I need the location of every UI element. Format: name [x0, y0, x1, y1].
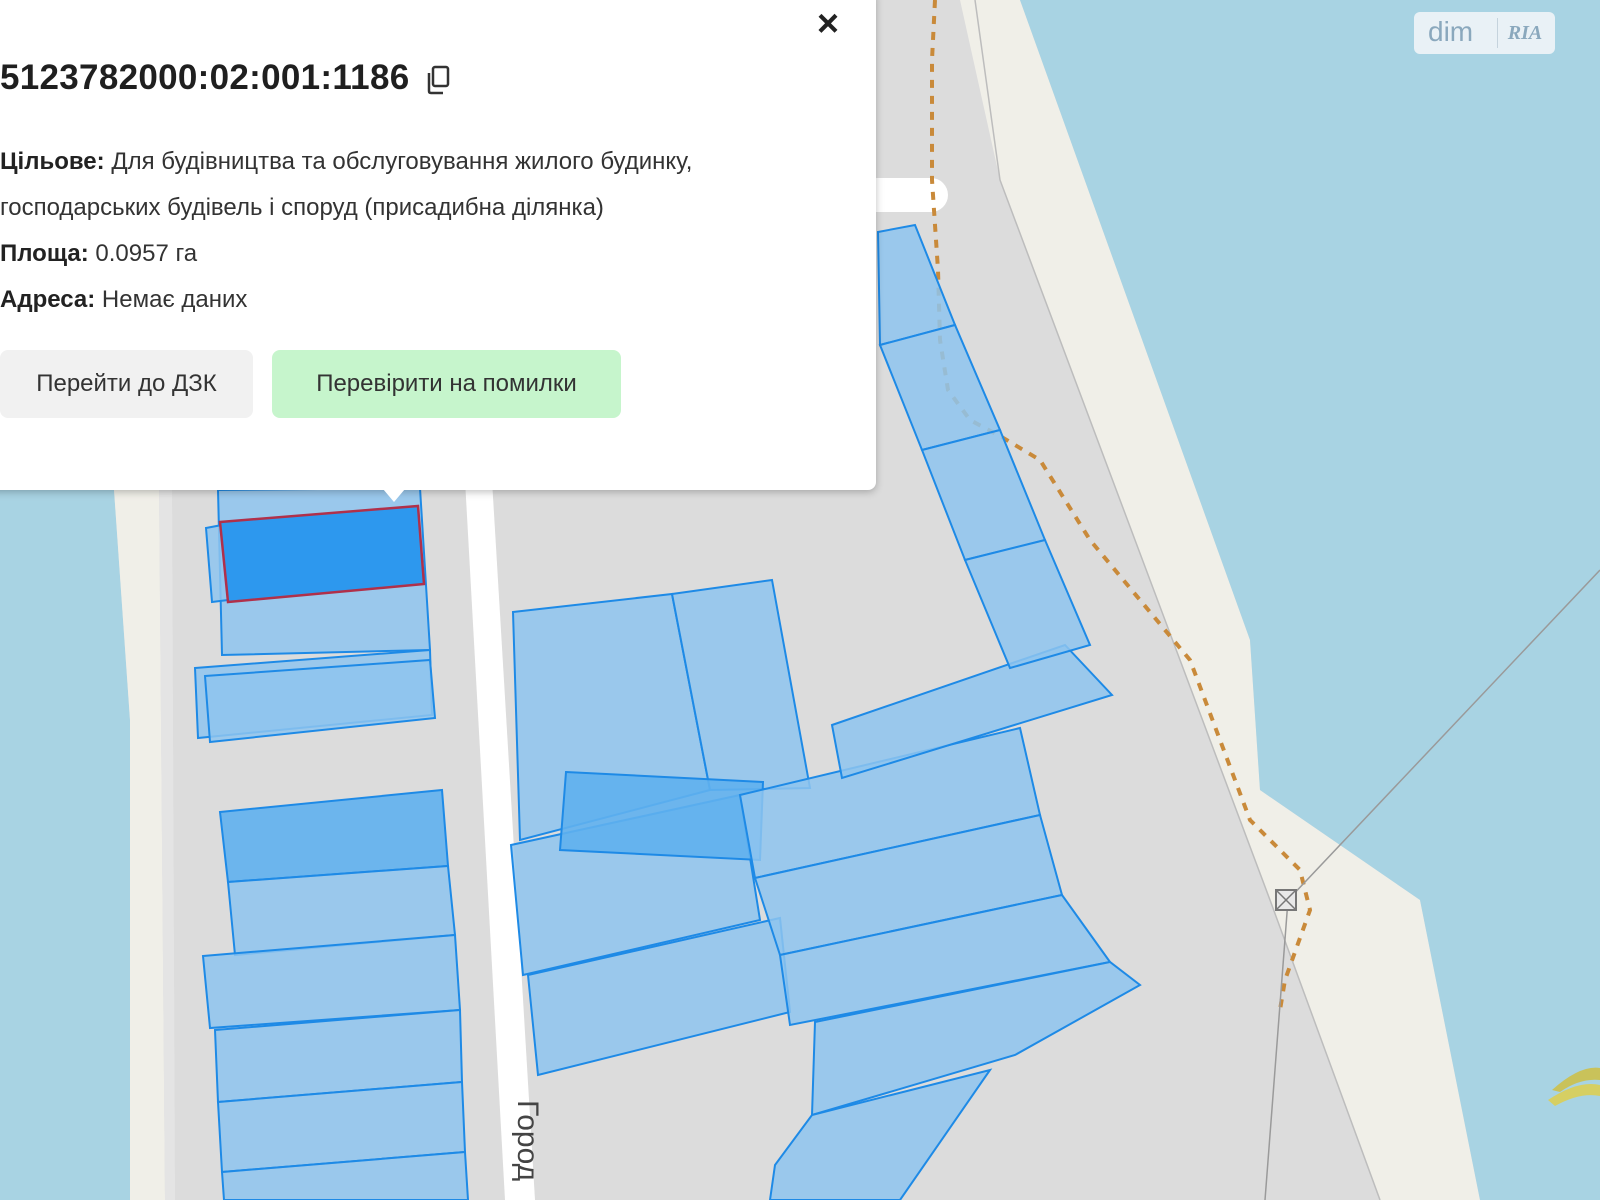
purpose-row: Цільове: Для будівництва та обслуговуван…	[0, 148, 692, 176]
selected-parcel[interactable]	[218, 504, 426, 604]
address-row: Адреса: Немає даних	[0, 286, 247, 314]
check-errors-button[interactable]: Перевірити на помилки	[272, 350, 621, 418]
purpose-value-line1: Для будівництва та обслуговування жилого…	[111, 148, 693, 175]
cadastral-number: 5123782000:02:001:1186	[0, 58, 410, 97]
area-label: Площа:	[0, 240, 89, 267]
go-to-dzk-button[interactable]: Перейти до ДЗК	[0, 350, 253, 418]
square-marker-icon	[1275, 889, 1297, 911]
close-icon[interactable]: ×	[808, 4, 848, 44]
purpose-value-line2: господарських будівель і споруд (присади…	[0, 194, 604, 221]
address-label: Адреса:	[0, 286, 96, 313]
purpose-label: Цільове:	[0, 148, 105, 175]
logo-dim-text: dim	[1428, 16, 1474, 47]
popup-pointer	[372, 476, 416, 502]
copy-icon[interactable]	[424, 64, 454, 96]
dim-ria-logo: dim RIA	[1414, 12, 1555, 54]
street-label: Город	[511, 1100, 544, 1181]
area-value: 0.0957 га	[95, 240, 198, 267]
parcel-info-popup: × 5123782000:02:001:1186 Цільове: Для бу…	[0, 0, 876, 502]
address-value: Немає даних	[101, 286, 248, 313]
logo-ria-text: RIA	[1497, 18, 1552, 48]
area-row: Площа: 0.0957 га	[0, 240, 197, 268]
